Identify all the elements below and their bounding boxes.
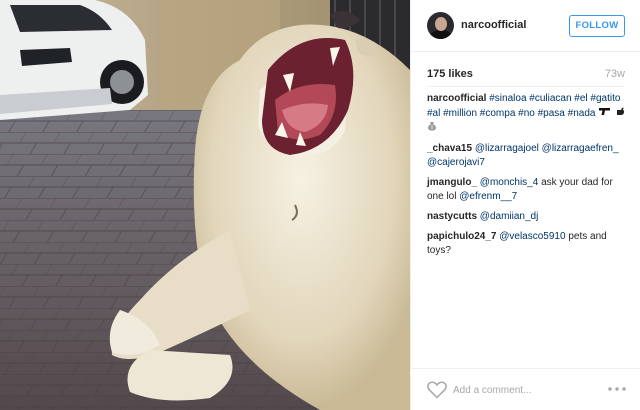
post-stats: 175 likes 73w	[427, 66, 625, 82]
avatar-face	[435, 17, 447, 31]
username-link[interactable]: narcoofficial	[461, 19, 526, 31]
avatar[interactable]	[427, 12, 454, 39]
post-time[interactable]: 73w	[605, 68, 625, 80]
comment-item: _chava15 @lizarragajoel @lizarragaefren_…	[427, 142, 631, 170]
car-shape	[0, 0, 148, 120]
comment-author[interactable]: jmangulo_	[427, 177, 477, 188]
money-bag-icon	[427, 121, 437, 136]
comments-list: narcoofficial #sinaloa #culiacan #el #ga…	[427, 92, 631, 264]
caption: narcoofficial #sinaloa #culiacan #el #ga…	[427, 92, 631, 136]
comment-mention[interactable]: @monchis_4	[480, 177, 539, 188]
likes-count[interactable]: 175 likes	[427, 68, 473, 80]
follow-button[interactable]: FOLLOW	[569, 15, 625, 37]
instagram-post: narcoofficial FOLLOW 175 likes 73w narco…	[0, 0, 640, 410]
heart-icon[interactable]	[427, 381, 447, 399]
comment-author[interactable]: nastycutts	[427, 211, 477, 222]
add-comment-input[interactable]	[453, 382, 593, 398]
point-icon	[615, 106, 625, 121]
comment-item: papichulo24_7 @velasco5910 pets and toys…	[427, 230, 631, 258]
post-photo[interactable]	[0, 0, 410, 410]
comment-mention[interactable]: @efrenm__7	[459, 191, 517, 202]
comment-author[interactable]: papichulo24_7	[427, 231, 496, 242]
comment-item: nastycutts @damiian_dj	[427, 210, 631, 224]
divider	[427, 86, 625, 87]
comment-mention[interactable]: @velasco5910	[499, 231, 565, 242]
post-side-panel: narcoofficial FOLLOW 175 likes 73w narco…	[410, 0, 640, 410]
post-header: narcoofficial FOLLOW	[411, 0, 640, 52]
caption-author[interactable]: narcoofficial	[427, 93, 486, 104]
more-options-icon[interactable]	[607, 382, 627, 396]
comment-item: jmangulo_ @monchis_4 ask your dad for on…	[427, 176, 631, 204]
avatar-shirt	[430, 30, 452, 39]
gun-icon	[598, 107, 612, 121]
lion-photo	[0, 0, 410, 410]
comment-mention[interactable]: @damiian_dj	[480, 211, 539, 222]
post-footer	[411, 368, 640, 410]
comment-author[interactable]: _chava15	[427, 143, 472, 154]
